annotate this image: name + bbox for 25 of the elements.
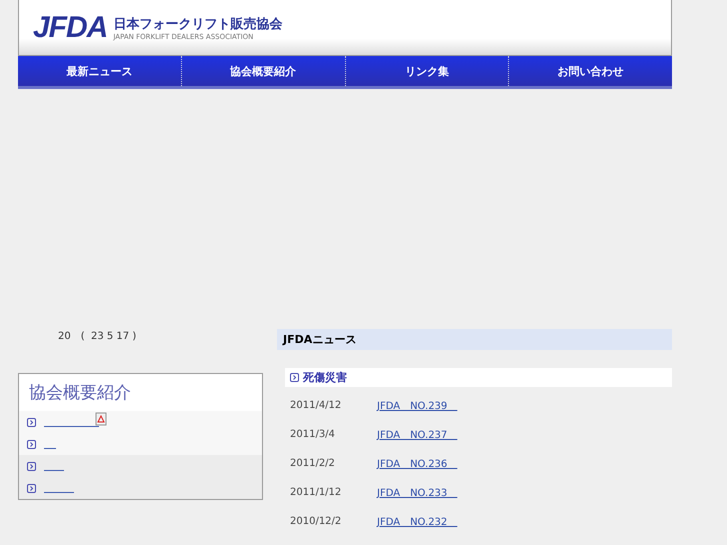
chevron-icon [27, 484, 36, 492]
chevron-icon [27, 462, 36, 470]
chevron-icon [290, 373, 299, 382]
news-date: 2011/4/12 [290, 400, 342, 411]
news-date: 2011/2/2 [290, 458, 336, 469]
nav-link[interactable]: 最新ニュース [18, 56, 181, 86]
news-date: 2010/12/2 [290, 516, 342, 527]
sidebar-title: 協会概要紹介 [19, 374, 262, 411]
news-link[interactable]: JFDA NO.232 [377, 514, 458, 528]
news-link[interactable]: JFDA NO.236 [377, 456, 458, 470]
nav-link[interactable]: お問い合わせ [508, 56, 672, 86]
news-link[interactable]: JFDA NO.233 [377, 486, 458, 500]
date-note: 20 ( 23 5 17 ) [57, 330, 138, 344]
chevron-icon [27, 440, 36, 448]
nav-link[interactable]: 協会概要紹介 [180, 56, 344, 86]
news-link[interactable]: JFDA NO.239 [377, 398, 458, 412]
news-date: 2011/3/4 [290, 429, 336, 440]
news-title: JFDAニュース [277, 329, 672, 350]
chevron-icon [27, 418, 36, 426]
org-name: 日本フォークリフト販売協会 [113, 16, 282, 32]
news-link[interactable]: JFDA NO.237 [377, 428, 458, 442]
category-label: 死傷災害 [303, 370, 347, 385]
logo[interactable]: JFDA [33, 10, 108, 44]
nav-link[interactable]: リンク集 [344, 56, 508, 86]
news-date: 2011/1/12 [290, 487, 342, 498]
